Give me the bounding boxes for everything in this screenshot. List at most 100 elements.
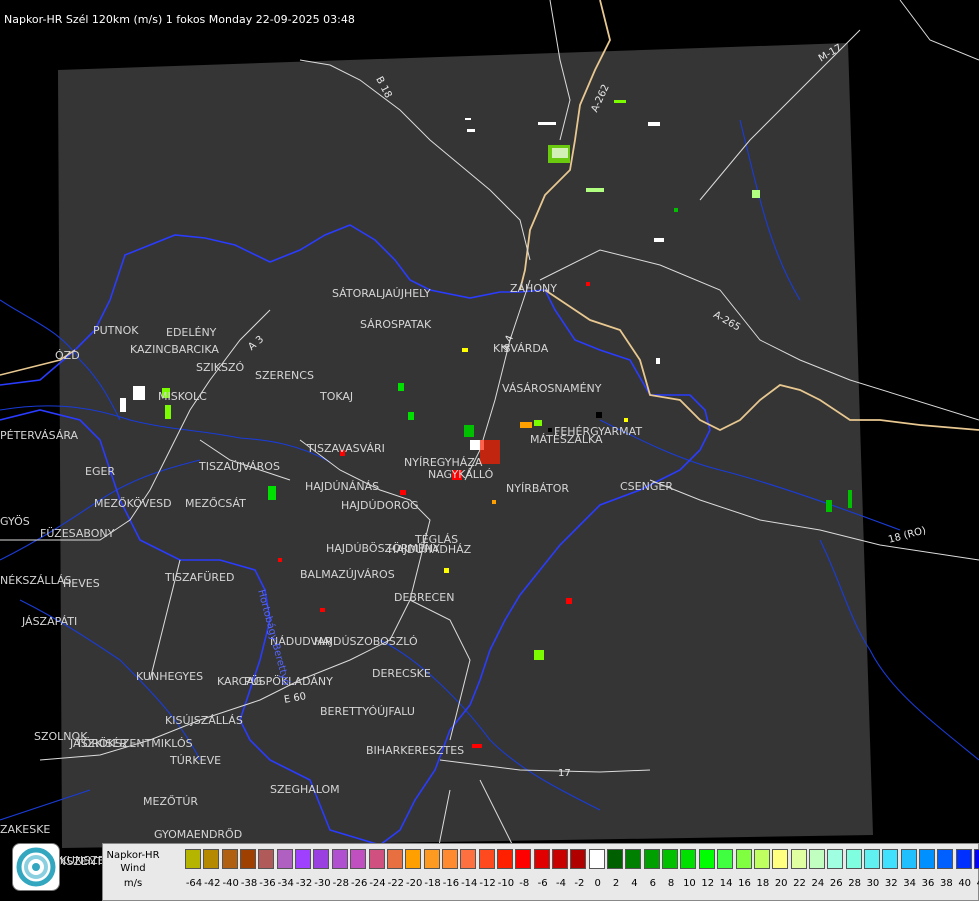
legend-tick: -36 bbox=[259, 878, 276, 889]
legend-swatch bbox=[441, 849, 458, 869]
city-label: TISZAFÜRED bbox=[165, 571, 235, 584]
legend-swatch bbox=[643, 849, 660, 869]
legend-swatch bbox=[772, 849, 789, 869]
legend-tick: -18 bbox=[424, 878, 441, 889]
legend-swatch bbox=[937, 849, 954, 869]
legend-swatch bbox=[790, 849, 807, 869]
legend-tick: 4 bbox=[631, 878, 638, 889]
legend-tick: 14 bbox=[719, 878, 733, 889]
city-label: MISKOLC bbox=[158, 390, 207, 403]
legend-tick: -28 bbox=[332, 878, 349, 889]
legend-tick: -38 bbox=[240, 878, 258, 889]
legend-tick: -10 bbox=[497, 878, 515, 889]
legend-swatch bbox=[552, 849, 568, 869]
swirl-logo-icon bbox=[16, 847, 56, 887]
city-label: PÉTERVÁSÁRA bbox=[0, 429, 79, 442]
legend-swatch bbox=[533, 849, 550, 869]
legend-tick: 2 bbox=[612, 878, 620, 889]
legend-swatch bbox=[662, 849, 679, 869]
legend-tick: -22 bbox=[387, 878, 405, 889]
city-label: MEZŐTÚR bbox=[143, 795, 199, 808]
legend-tick: -16 bbox=[442, 878, 460, 889]
legend-swatch bbox=[845, 849, 862, 869]
legend-tick: 30 bbox=[866, 878, 880, 889]
city-label: BIHARKERESZTES bbox=[366, 744, 465, 757]
legend-tick: 24 bbox=[811, 878, 825, 889]
city-label: TOKAJ bbox=[320, 390, 354, 403]
legend-swatch bbox=[808, 849, 825, 869]
city-label: DERECSKE bbox=[372, 667, 431, 680]
city-label: HAJDÚHADHÁZ bbox=[388, 543, 472, 556]
road-label: 17 bbox=[558, 768, 571, 779]
radar-map bbox=[0, 0, 979, 900]
napkor-logo bbox=[12, 843, 60, 891]
legend-tick: 40 bbox=[958, 878, 972, 889]
legend-swatch bbox=[625, 849, 642, 869]
city-label: TISZAVASVÁRI bbox=[307, 442, 385, 455]
city-label: ÓZD bbox=[55, 349, 80, 362]
city-label: ZAKESKE bbox=[0, 823, 51, 836]
city-label: SZEGHALOM bbox=[270, 783, 340, 796]
city-label: DEBRECEN bbox=[394, 591, 455, 604]
legend-tick: -4 bbox=[556, 878, 566, 889]
city-label: FEHÉRGYARMAT bbox=[554, 425, 643, 438]
legend-swatch bbox=[900, 849, 917, 869]
legend-tick: -42 bbox=[204, 878, 221, 889]
city-label: KUNHEGYES bbox=[136, 670, 204, 683]
city-label: PUTNOK bbox=[93, 324, 139, 337]
wind-legend: Napkor-HR Wind m/s -64 -42 -40 -38 -36 -34 -32… bbox=[102, 843, 979, 901]
legend-swatch bbox=[240, 849, 257, 869]
legend-swatch bbox=[717, 849, 734, 869]
city-label: VÁSÁROSNAMÉNY bbox=[502, 382, 602, 395]
city-label: JÁSZKISÉR bbox=[70, 737, 128, 750]
city-label: EDELÉNY bbox=[166, 326, 217, 339]
legend-swatch bbox=[496, 849, 513, 869]
legend-swatch bbox=[185, 849, 201, 869]
city-label: NSZENT bbox=[58, 855, 103, 868]
city-label: TISZAÚJVÁROS bbox=[199, 460, 280, 473]
legend-swatch bbox=[405, 849, 422, 869]
legend-swatch bbox=[295, 849, 312, 869]
legend-tick: -26 bbox=[350, 878, 368, 889]
city-label: SÁROSPATAK bbox=[360, 318, 432, 331]
city-label: TÚRKEVE bbox=[170, 754, 222, 767]
legend-swatch bbox=[955, 849, 972, 869]
legend-swatch bbox=[221, 849, 238, 869]
legend-swatch bbox=[515, 849, 532, 869]
city-label: FÜZESABONY bbox=[40, 527, 115, 540]
city-label: BERETTYÓÚJFALU bbox=[320, 705, 415, 718]
legend-swatch bbox=[607, 849, 624, 869]
legend-swatch bbox=[313, 849, 330, 869]
legend-tick: -40 bbox=[222, 878, 239, 889]
legend-tick: -14 bbox=[461, 878, 478, 889]
legend-tick: 34 bbox=[903, 878, 917, 889]
city-label: NYÍRBÁTOR bbox=[506, 482, 570, 495]
legend-swatch bbox=[974, 849, 979, 869]
city-label: HAJDÚDOROG bbox=[341, 499, 419, 512]
legend-swatch bbox=[570, 849, 587, 869]
legend-swatch bbox=[460, 849, 477, 869]
legend-tick: 38 bbox=[939, 878, 953, 889]
legend-swatch bbox=[735, 849, 752, 869]
legend-tick: 0 bbox=[594, 878, 601, 889]
legend-tick: -30 bbox=[314, 878, 331, 889]
legend-swatch bbox=[680, 849, 697, 869]
city-label: SZIKSZÓ bbox=[196, 361, 245, 374]
city-label: GYÖS bbox=[0, 515, 30, 528]
legend-tick: 18 bbox=[756, 878, 770, 889]
legend-tick: 8 bbox=[667, 878, 675, 889]
city-label: SÁTORALJAÚJHELY bbox=[332, 287, 431, 300]
legend-tick: 22 bbox=[793, 878, 806, 889]
legend-swatch bbox=[258, 849, 275, 869]
city-label: SZERENCS bbox=[255, 369, 314, 382]
city-label: NAGYKÁLLÓ bbox=[428, 468, 494, 481]
legend-tick: 12 bbox=[701, 878, 715, 889]
legend-swatch bbox=[698, 849, 715, 869]
legend-swatch bbox=[368, 849, 385, 869]
legend-tick: 32 bbox=[884, 878, 898, 889]
legend-swatch bbox=[478, 849, 495, 869]
legend-swatch bbox=[882, 849, 899, 869]
legend-tick: 16 bbox=[738, 878, 751, 889]
legend-swatch bbox=[203, 849, 220, 869]
legend-tick: 26 bbox=[829, 878, 843, 889]
